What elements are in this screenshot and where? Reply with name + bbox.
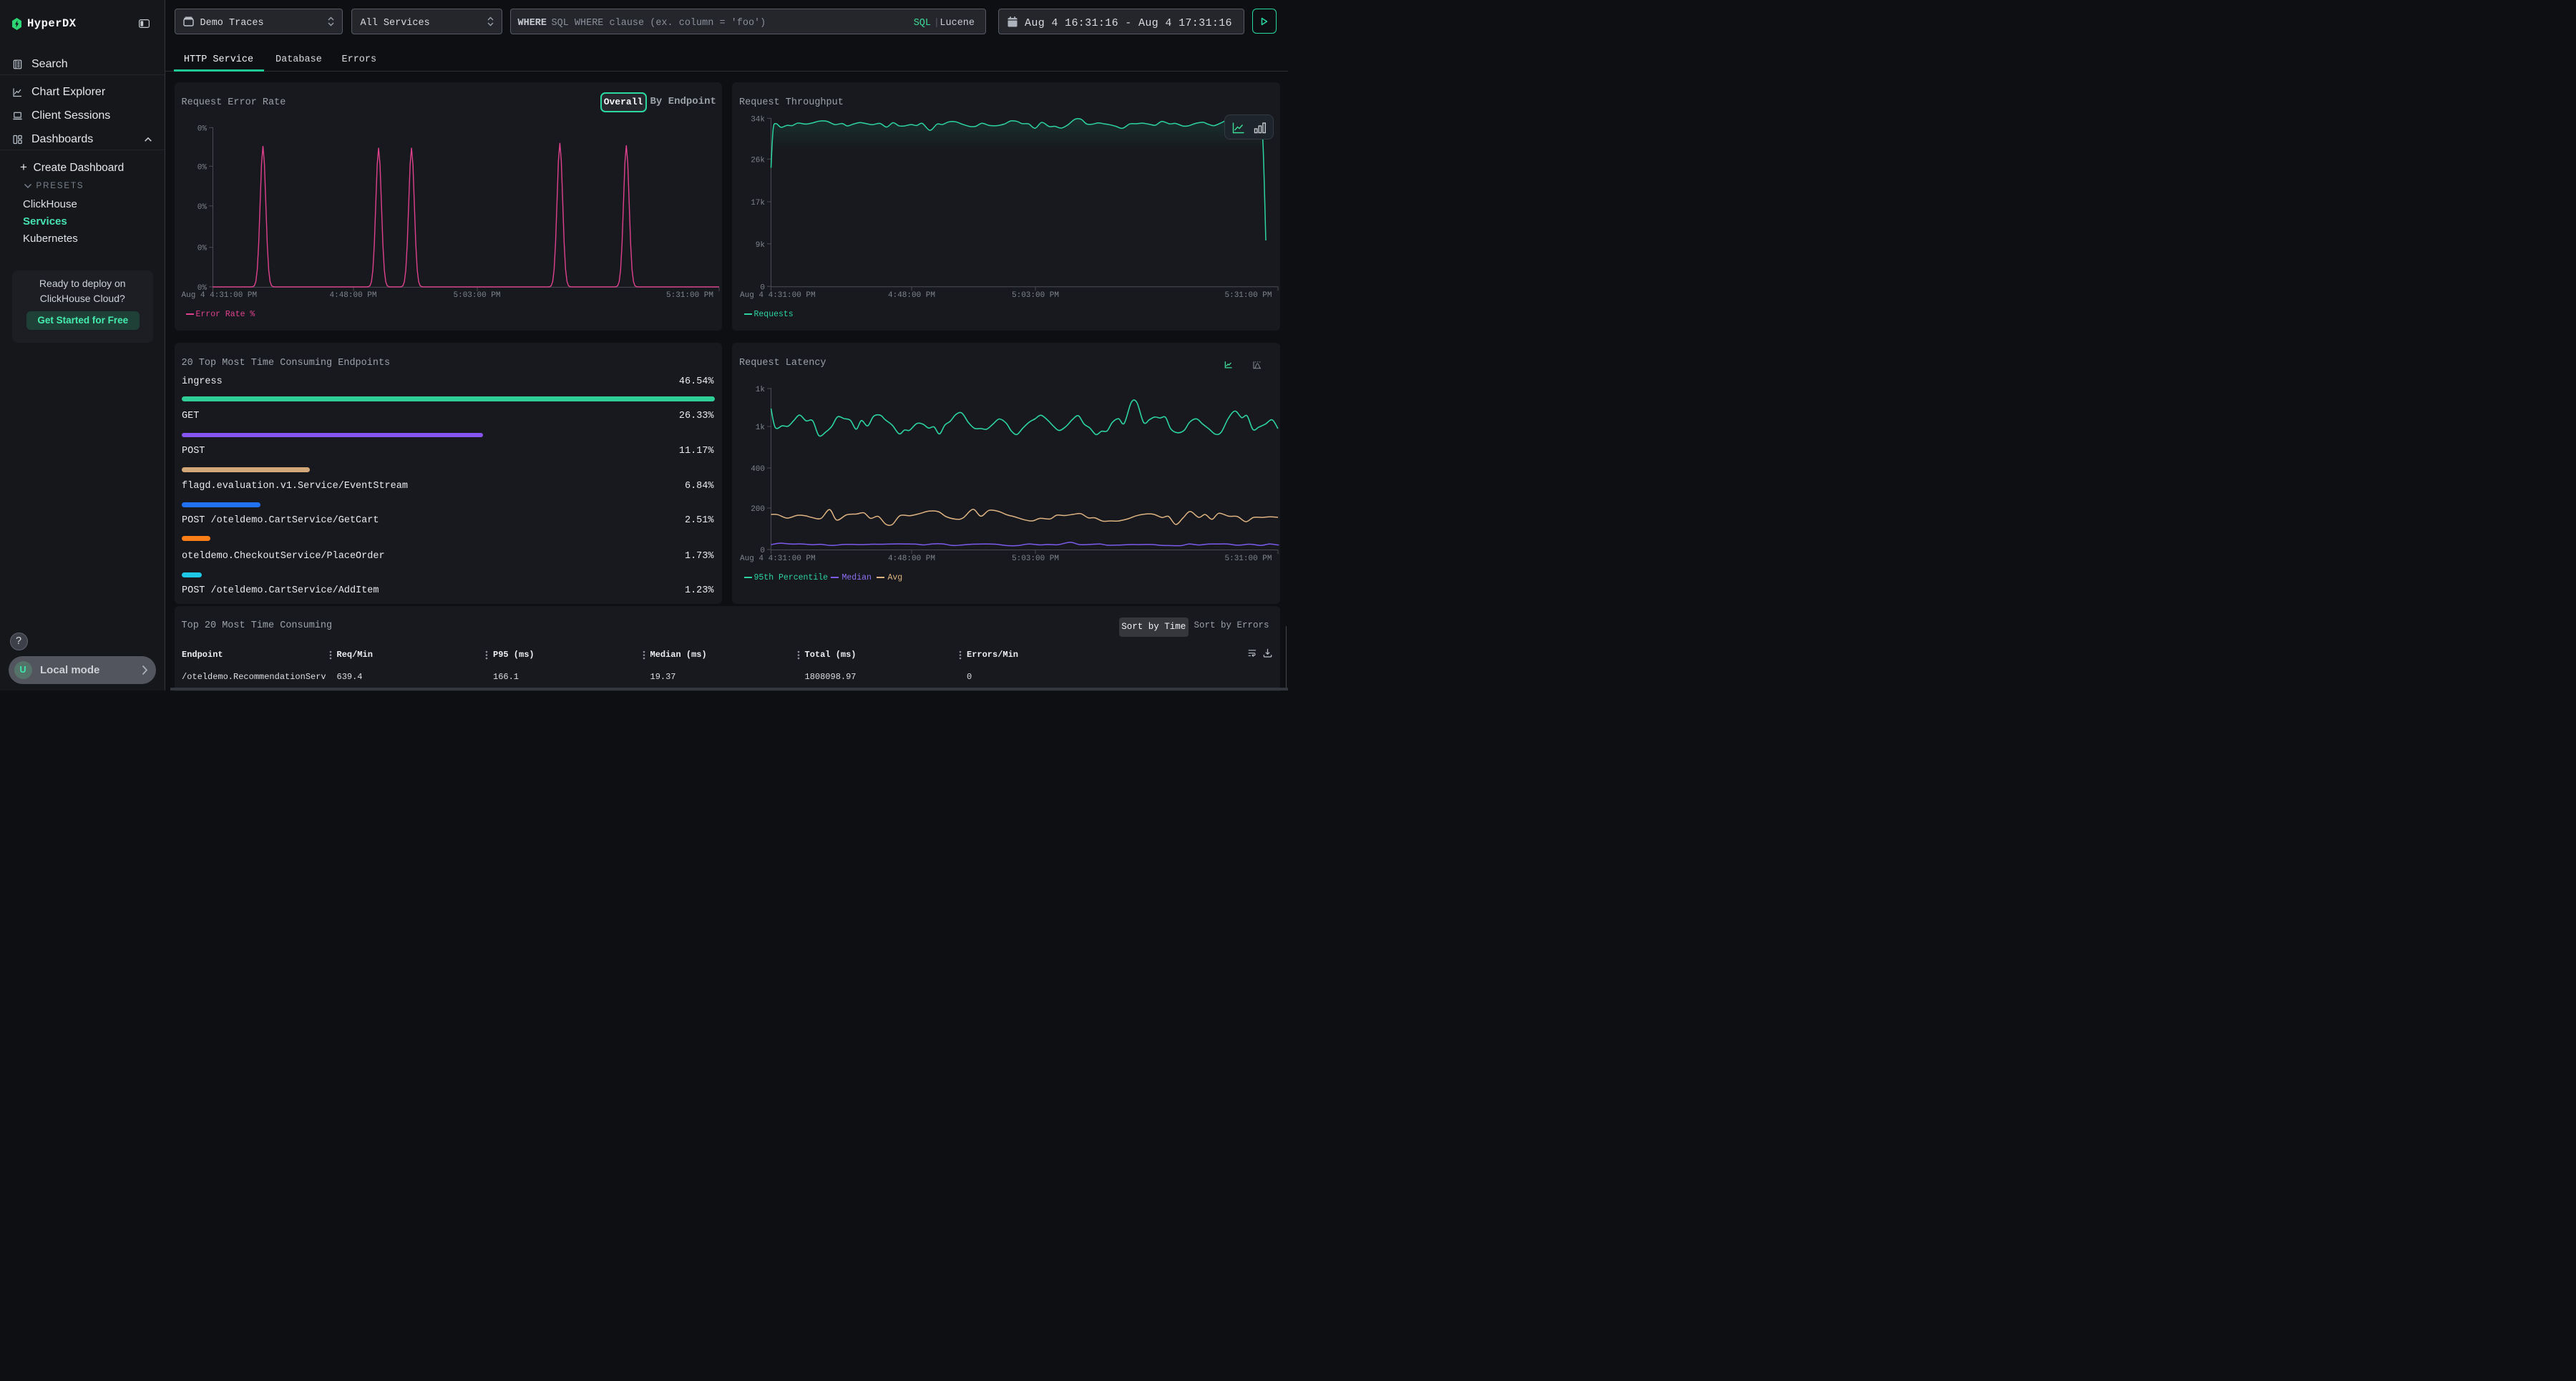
svg-text:0%: 0% xyxy=(197,203,207,212)
svg-text:1k: 1k xyxy=(756,424,766,432)
svg-text:0%: 0% xyxy=(197,125,207,133)
svg-text:0%: 0% xyxy=(197,163,207,172)
svg-text:1k: 1k xyxy=(756,386,766,394)
svg-text:26k: 26k xyxy=(751,156,765,165)
svg-text:17k: 17k xyxy=(751,199,765,208)
svg-text:0%: 0% xyxy=(197,245,207,253)
svg-text:34k: 34k xyxy=(751,115,765,124)
svg-text:200: 200 xyxy=(751,505,765,514)
svg-text:400: 400 xyxy=(751,465,765,474)
svg-text:9k: 9k xyxy=(756,241,766,250)
